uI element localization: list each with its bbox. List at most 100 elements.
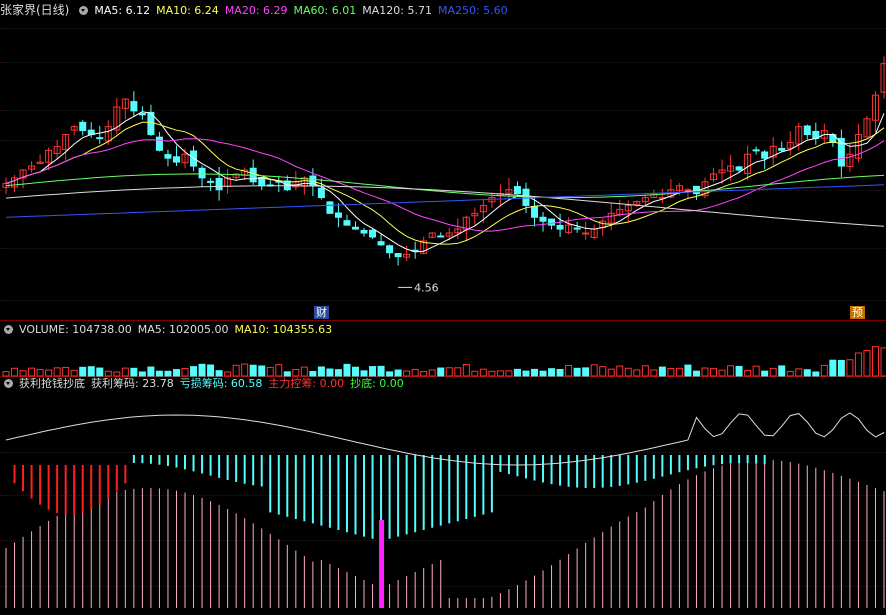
volume-bar — [36, 369, 44, 377]
candle-body — [752, 149, 760, 152]
volume-bar — [846, 359, 854, 377]
candle-body — [437, 235, 445, 238]
candle-body — [79, 121, 87, 132]
volume-bar — [428, 369, 436, 377]
volume-bar — [377, 365, 385, 377]
volume-bar — [369, 366, 377, 377]
bottom-signal-bar — [379, 520, 385, 608]
volume-bar — [283, 371, 291, 377]
volume-bar — [462, 363, 470, 377]
volume-bar — [394, 369, 402, 377]
volume-bar — [215, 370, 223, 377]
volume-bar — [113, 371, 121, 377]
volume-bar — [28, 367, 36, 377]
volume-bar — [761, 370, 769, 377]
candle-body — [778, 147, 786, 151]
volume-bar — [292, 369, 300, 377]
candle-body — [207, 180, 215, 183]
candle-body — [164, 154, 172, 159]
volume-bar — [121, 367, 129, 377]
forecast-badge[interactable]: 预 — [850, 306, 865, 319]
low-price-label: 4.56 — [414, 281, 439, 294]
volume-bar — [565, 364, 573, 377]
volume-bar — [599, 366, 607, 377]
volume-bar — [445, 367, 453, 377]
volume-bar — [880, 347, 886, 377]
candle-body — [198, 167, 206, 179]
volume-bar — [343, 363, 351, 377]
candle-body — [130, 101, 138, 112]
volume-bar — [522, 370, 530, 377]
volume-bar — [505, 370, 513, 377]
candle-body — [369, 229, 377, 238]
volume-bar — [556, 369, 564, 377]
candle-body — [531, 205, 539, 218]
volume-bar — [548, 368, 556, 377]
volume-bar — [138, 371, 146, 377]
candle-body — [761, 151, 769, 159]
finance-badge[interactable]: 财 — [314, 306, 329, 319]
volume-bar — [19, 370, 27, 377]
volume-bar — [675, 367, 683, 377]
volume-bar — [87, 366, 95, 377]
volume-bar — [513, 368, 521, 377]
candle-body — [829, 134, 837, 143]
candle-body — [684, 189, 692, 192]
volume-bar — [11, 367, 19, 377]
volume-bar — [718, 369, 726, 377]
volume-bar — [496, 370, 504, 377]
ma60-line — [5, 173, 885, 199]
volume-bar — [147, 366, 155, 377]
volume-bar — [812, 371, 820, 377]
volume-bar — [701, 367, 709, 377]
candle-body — [539, 216, 547, 222]
candle-body — [138, 112, 146, 116]
volume-bar — [317, 366, 325, 377]
volume-bar — [471, 370, 479, 377]
volume-bar — [164, 370, 172, 377]
volume-bar — [624, 367, 632, 377]
volume-bar — [650, 369, 658, 377]
volume-bar — [300, 366, 308, 377]
ma5-line — [5, 111, 885, 253]
volume-bar — [326, 368, 334, 377]
candle-body — [377, 241, 385, 246]
volume-bar — [863, 349, 871, 377]
volume-bar — [616, 365, 624, 377]
volume-bar — [386, 371, 394, 377]
candle-body — [326, 201, 334, 214]
volume-bar — [258, 365, 266, 377]
candle-body — [343, 220, 351, 226]
volume-bar — [96, 367, 104, 377]
candle-body — [573, 227, 581, 230]
volume-bar — [334, 369, 342, 377]
candle-body — [548, 218, 556, 226]
volume-bar — [752, 365, 760, 377]
volume-bar — [479, 368, 487, 377]
volume-bar — [360, 370, 368, 377]
volume-bar — [351, 366, 359, 377]
volume-bar — [241, 363, 249, 377]
volume-bar — [155, 370, 163, 377]
volume-bar — [633, 369, 641, 377]
volume-bar — [539, 370, 547, 377]
volume-bar — [854, 352, 862, 377]
volume-bar — [607, 368, 615, 377]
candle-body — [317, 187, 325, 199]
volume-bar — [837, 359, 845, 377]
volume-bar — [275, 364, 283, 377]
volume-bar — [744, 369, 752, 377]
volume-bar — [692, 370, 700, 377]
volume-bar — [172, 369, 180, 377]
candle-body — [394, 253, 402, 258]
volume-bar — [795, 368, 803, 377]
volume-bar — [437, 367, 445, 377]
volume-bar — [70, 369, 78, 377]
candle-body — [735, 166, 743, 171]
candle-body — [386, 245, 394, 254]
candle-body — [351, 226, 359, 230]
candle-body — [96, 137, 104, 140]
volume-bar — [582, 367, 590, 377]
volume-bar — [820, 364, 828, 377]
volume-bar — [130, 367, 138, 377]
